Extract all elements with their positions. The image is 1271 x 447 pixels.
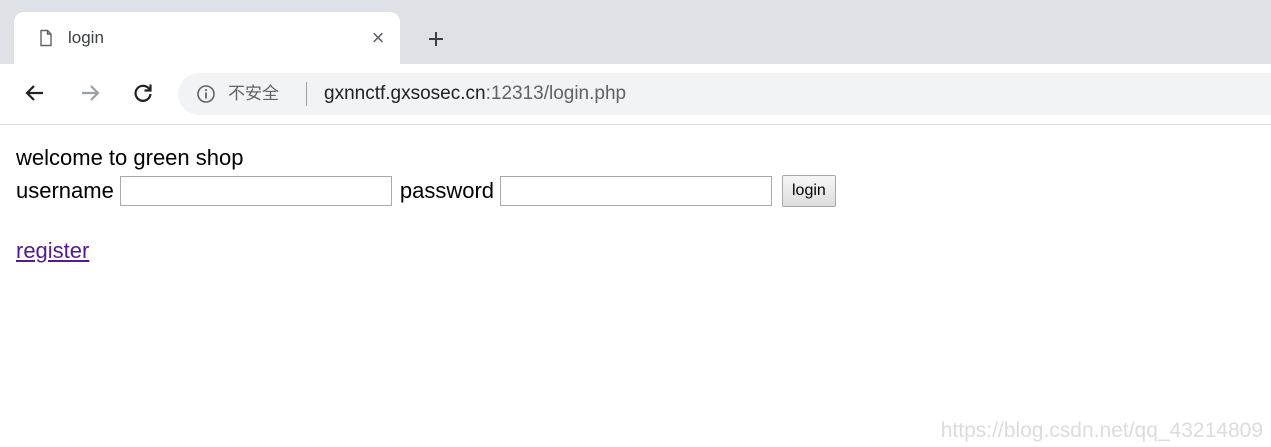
page-content: welcome to green shop username password … [0,125,1271,447]
tab-title: login [68,28,104,47]
back-button[interactable] [20,78,50,108]
url-path: :12313/login.php [485,83,627,104]
new-tab-button[interactable] [420,23,452,55]
address-bar[interactable]: 不安全 gxnnctf.gxsosec.cn:12313/login.php [178,73,1271,115]
username-field[interactable] [119,176,392,206]
close-icon[interactable]: × [364,24,392,52]
plus-icon [429,32,443,46]
url-host: gxnnctf.gxsosec.cn [324,83,486,104]
login-button[interactable]: login [782,175,836,207]
password-field[interactable] [500,176,772,206]
forward-arrow-icon [82,85,100,101]
url-text[interactable]: gxnnctf.gxsosec.cn:12313/login.php [324,83,626,105]
watermark: https://blog.csdn.net/qq_43214809 [940,419,1263,442]
tab-strip: login × [0,0,1271,64]
forward-button[interactable] [75,78,105,108]
reload-button[interactable] [128,78,158,108]
divider [306,82,307,106]
not-secure-label: 不安全 [228,84,279,104]
login-form: username password login [16,175,836,207]
page-icon [36,28,56,48]
password-label: password [399,178,494,203]
back-arrow-icon [25,85,43,101]
browser-tab-login[interactable]: login × [14,12,400,64]
info-icon[interactable] [196,84,216,104]
reload-icon [134,84,152,102]
username-label: username [16,178,114,203]
register-link[interactable]: register [16,238,89,264]
browser-toolbar: 不安全 gxnnctf.gxsosec.cn:12313/login.php [0,64,1271,125]
welcome-heading: welcome to green shop [16,145,244,170]
